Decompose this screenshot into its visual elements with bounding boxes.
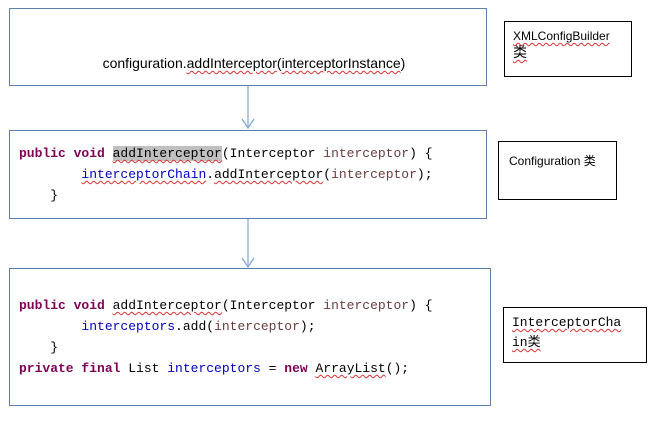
label3-line2: in类 bbox=[512, 335, 541, 350]
label1-line2: 类 bbox=[513, 44, 527, 60]
box2-line-1: public void addInterceptor(Interceptor i… bbox=[19, 146, 433, 161]
box3-line-1: public void addInterceptor(Interceptor i… bbox=[19, 298, 433, 313]
xmlconfigbuilder-label: XMLConfigBuilder 类 bbox=[504, 21, 632, 77]
label2-text: Configuration 类 bbox=[509, 154, 596, 168]
configuration-label: Configuration 类 bbox=[498, 141, 617, 200]
configuration-box: public void addInterceptor(Interceptor i… bbox=[9, 130, 487, 219]
interceptorchain-label: InterceptorCha in类 bbox=[503, 307, 647, 363]
box3-line-2: interceptors.add(interceptor); bbox=[81, 319, 316, 334]
box1-arg: interceptorInstance bbox=[281, 55, 401, 71]
flow-arrow-1 bbox=[241, 86, 255, 130]
flow-arrow-2 bbox=[241, 219, 255, 269]
box2-line-2: interceptorChain.addInterceptor(intercep… bbox=[81, 167, 433, 182]
box2-line-3: } bbox=[19, 188, 59, 203]
xmlconfigbuilder-box: configuration.addInterceptor(interceptor… bbox=[9, 8, 487, 86]
interceptorchain-box: public void addInterceptor(Interceptor i… bbox=[9, 268, 491, 406]
box2-method-highlight: addInterceptor bbox=[112, 146, 222, 161]
box3-line-4: private final List interceptors = new Ar… bbox=[19, 361, 410, 376]
label1-line1: XMLConfigBuilder bbox=[513, 29, 610, 43]
box3-line-3: } bbox=[19, 340, 59, 355]
label3-line1: InterceptorCha bbox=[512, 315, 622, 330]
box1-method: addInterceptor bbox=[186, 55, 277, 71]
box1-code-line: configuration.addInterceptor(interceptor… bbox=[102, 55, 406, 71]
